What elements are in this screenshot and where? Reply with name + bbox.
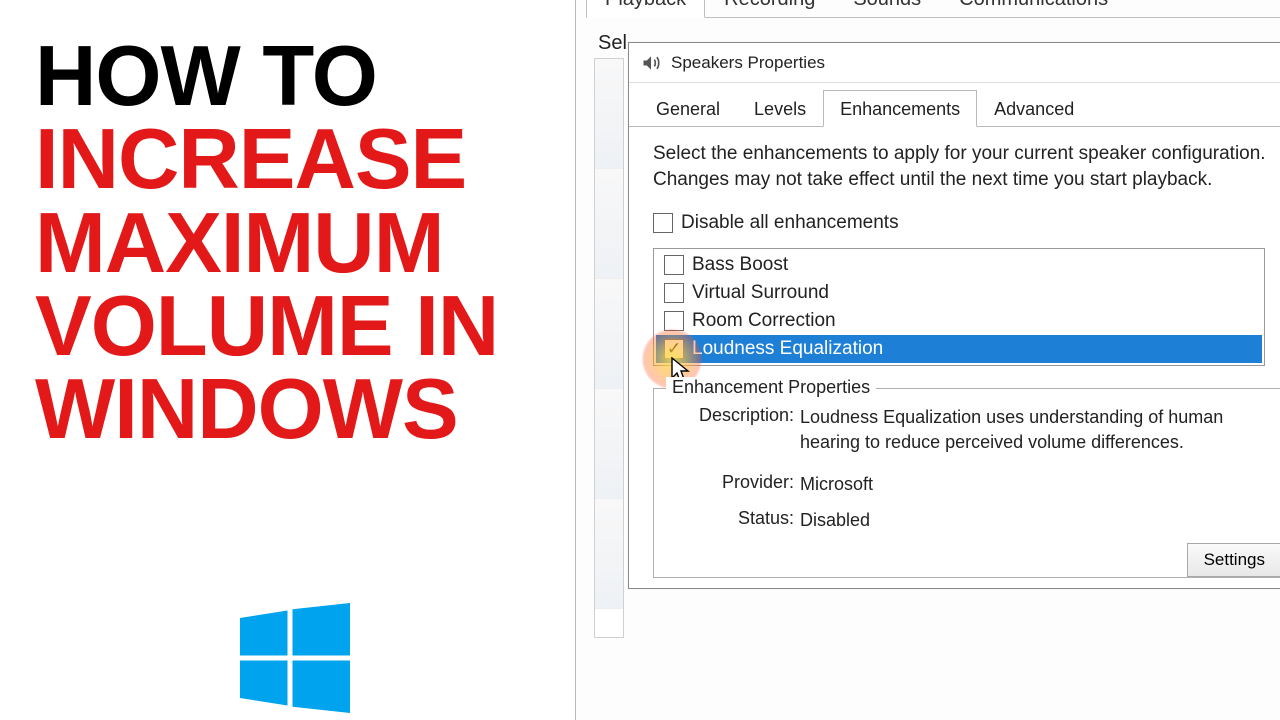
enhancements-help-text: Select the enhancements to apply for you… — [653, 141, 1280, 192]
virtual-surround-checkbox[interactable] — [664, 283, 684, 303]
status-value: Disabled — [800, 508, 1264, 532]
enhancements-list[interactable]: Bass Boost Virtual Surround Room Correct… — [653, 248, 1265, 366]
room-correction-checkbox[interactable] — [664, 311, 684, 331]
bass-boost-checkbox[interactable] — [664, 255, 684, 275]
properties-tabs: General Levels Enhancements Advanced — [629, 83, 1280, 127]
dialog-titlebar[interactable]: Speakers Properties — [629, 43, 1280, 83]
enhancement-room-correction[interactable]: Room Correction — [656, 307, 1262, 335]
title-line-2: INCREASE — [35, 112, 466, 207]
disable-all-enhancements-checkbox[interactable] — [653, 213, 673, 233]
windows-logo-icon — [230, 603, 360, 713]
list-item[interactable] — [595, 59, 623, 169]
enhancement-bass-boost[interactable]: Bass Boost — [656, 251, 1262, 279]
tab-communications[interactable]: Communications — [940, 0, 1127, 18]
tab-general[interactable]: General — [639, 90, 737, 127]
tab-playback[interactable]: Playback — [586, 0, 705, 18]
enhancement-label: Loudness Equalization — [692, 338, 883, 360]
group-title: Enhancement Properties — [666, 377, 876, 398]
description-value: Loudness Equalization uses understanding… — [800, 405, 1264, 454]
tab-enhancements[interactable]: Enhancements — [823, 90, 977, 127]
enhancement-loudness-equalization[interactable]: Loudness Equalization — [656, 335, 1262, 363]
title-line-5: WINDOWS — [35, 362, 458, 457]
tutorial-title-text: HOW TO INCREASE MAXIMUM VOLUME IN WINDOW… — [35, 35, 565, 451]
list-item[interactable] — [595, 389, 623, 499]
loudness-equalization-checkbox[interactable] — [664, 339, 684, 359]
provider-label: Provider: — [672, 472, 800, 496]
playback-device-list[interactable] — [594, 58, 624, 638]
tutorial-title-panel: HOW TO INCREASE MAXIMUM VOLUME IN WINDOW… — [35, 35, 565, 451]
tab-levels[interactable]: Levels — [737, 90, 823, 127]
status-label: Status: — [672, 508, 800, 532]
disable-all-enhancements-label: Disable all enhancements — [681, 212, 899, 234]
title-line-4: VOLUME IN — [35, 279, 498, 374]
speaker-icon — [641, 53, 661, 73]
title-line-3: MAXIMUM — [35, 196, 444, 291]
list-item[interactable] — [595, 499, 623, 609]
enhancement-label: Room Correction — [692, 310, 836, 332]
tab-sounds[interactable]: Sounds — [834, 0, 940, 18]
enhancement-virtual-surround[interactable]: Virtual Surround — [656, 279, 1262, 307]
sound-window-tabs: Playback Recording Sounds Communications — [586, 0, 1280, 18]
title-line-1: HOW TO — [35, 29, 377, 124]
dialog-title: Speakers Properties — [671, 53, 825, 73]
tab-advanced[interactable]: Advanced — [977, 90, 1091, 127]
list-item[interactable] — [595, 169, 623, 279]
description-label: Description: — [672, 405, 800, 454]
tab-recording[interactable]: Recording — [705, 0, 834, 18]
provider-value: Microsoft — [800, 472, 1264, 496]
enhancement-label: Bass Boost — [692, 254, 788, 276]
enhancement-properties-group: Enhancement Properties Description: Loud… — [653, 388, 1280, 578]
speakers-properties-dialog: Speakers Properties General Levels Enhan… — [628, 42, 1280, 589]
enhancement-settings-button[interactable]: Settings — [1187, 543, 1280, 577]
enhancement-label: Virtual Surround — [692, 282, 829, 304]
disable-all-enhancements-row[interactable]: Disable all enhancements — [653, 212, 1280, 234]
list-item[interactable] — [595, 279, 623, 389]
